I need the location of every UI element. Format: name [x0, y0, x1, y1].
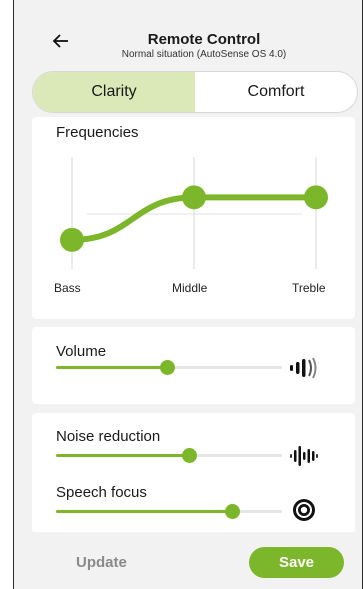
- band-handle-bass[interactable]: [60, 227, 84, 252]
- noise-reduction-slider-fill: [56, 454, 189, 457]
- noise-speech-card: Noise reduction Speech focus: [32, 413, 355, 533]
- volume-slider[interactable]: [56, 360, 282, 375]
- band-label-treble: Treble: [292, 281, 326, 295]
- volume-slider-thumb[interactable]: [160, 360, 175, 375]
- volume-label: Volume: [56, 343, 107, 360]
- update-button[interactable]: Update: [76, 554, 127, 571]
- speech-focus-slider-fill: [56, 510, 232, 513]
- noise-reduction-slider-thumb[interactable]: [182, 448, 197, 463]
- speech-focus-slider-thumb[interactable]: [225, 504, 240, 519]
- tab-comfort[interactable]: Comfort: [195, 72, 357, 112]
- band-label-bass: Bass: [54, 281, 81, 295]
- noise-reduction-slider[interactable]: [56, 448, 282, 463]
- speech-focus-slider[interactable]: [56, 504, 282, 519]
- volume-slider-fill: [56, 366, 167, 369]
- volume-sound-icon: [290, 357, 317, 379]
- speech-focus-label: Speech focus: [56, 484, 147, 501]
- band-label-middle: Middle: [172, 281, 208, 295]
- noise-waveform-icon: [290, 446, 318, 466]
- header: Remote Control Normal situation (AutoSen…: [14, 0, 362, 68]
- volume-card: Volume: [32, 327, 355, 404]
- noise-reduction-label: Noise reduction: [56, 428, 161, 445]
- page-subtitle: Normal situation (AutoSense OS 4.0): [121, 49, 287, 60]
- footer: Update Save: [14, 532, 362, 589]
- tab-clarity[interactable]: Clarity: [33, 72, 195, 112]
- frequencies-card: Frequencies Bass Middle Treble: [32, 117, 355, 319]
- page-title: Remote Control: [147, 31, 261, 48]
- band-handle-middle[interactable]: [182, 185, 206, 210]
- mode-segmented-control: Clarity Comfort: [32, 71, 358, 113]
- band-handle-treble[interactable]: [304, 185, 328, 210]
- speech-focus-target-icon: [293, 499, 315, 521]
- save-button[interactable]: Save: [249, 547, 344, 578]
- app-frame: Remote Control Normal situation (AutoSen…: [13, 0, 363, 589]
